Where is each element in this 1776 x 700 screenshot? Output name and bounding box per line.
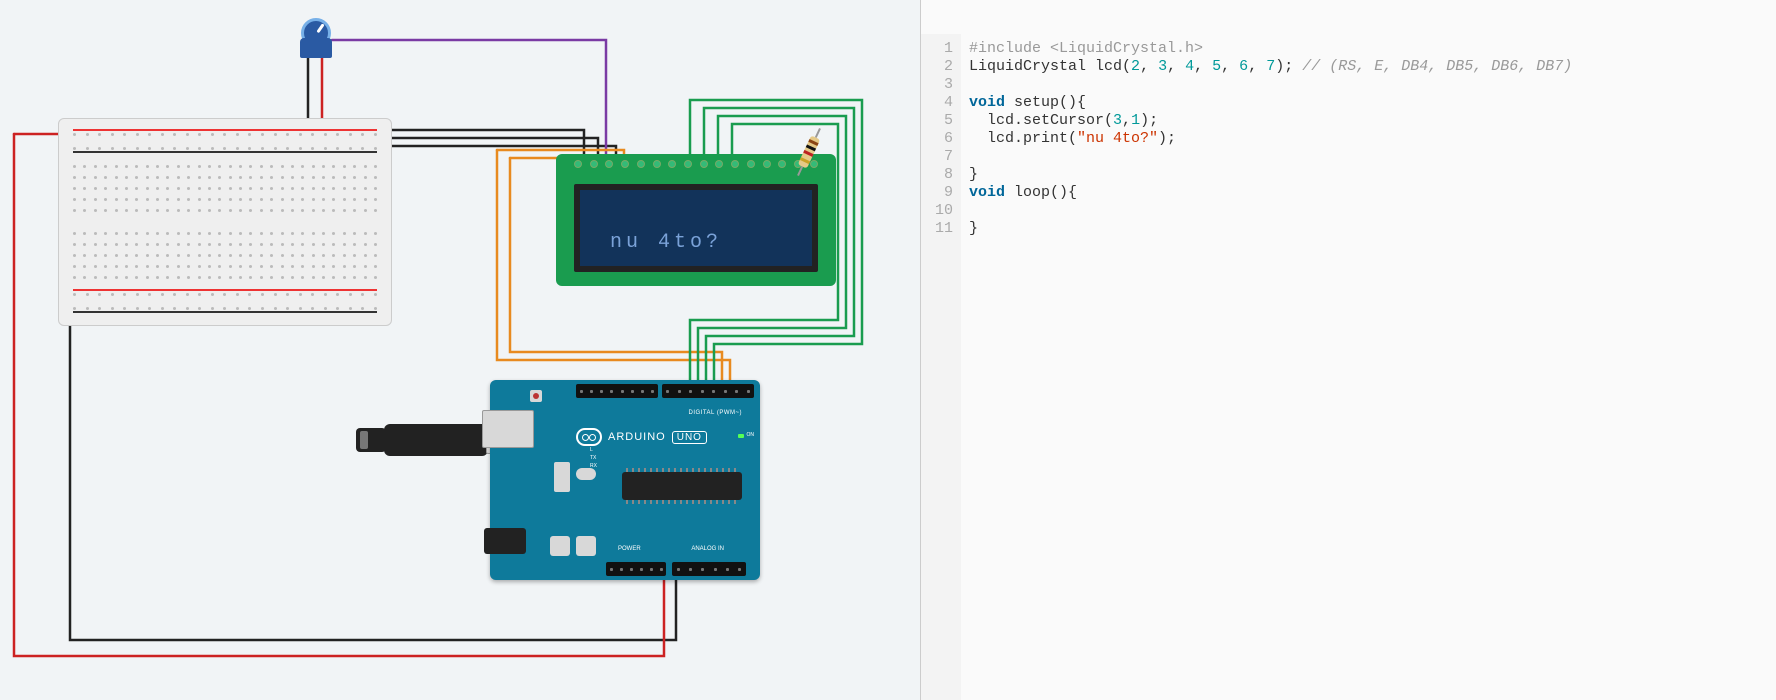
analog-header[interactable] xyxy=(672,562,746,576)
usb-port xyxy=(482,410,534,448)
code-editor[interactable]: 1234567891011 #include <LiquidCrystal.h>… xyxy=(921,34,1776,700)
barrel-jack xyxy=(484,528,526,554)
wires-layer xyxy=(0,0,920,700)
code-pane: 1234567891011 #include <LiquidCrystal.h>… xyxy=(920,0,1776,700)
digital-header-right[interactable] xyxy=(662,384,754,398)
circuit-canvas[interactable]: nu 4to? DIGITAL (PWM~) xyxy=(0,0,920,700)
arduino-brand: ARDUINO UNO xyxy=(576,428,707,446)
tx-rx-l-labels: L TX RX xyxy=(590,446,597,470)
code-body[interactable]: #include <LiquidCrystal.h>LiquidCrystal … xyxy=(961,34,1776,700)
atmega-chip xyxy=(622,472,742,500)
lcd-row-1: nu 4to? xyxy=(610,228,812,256)
lcd-row-0 xyxy=(610,200,812,228)
on-led xyxy=(738,434,744,438)
analog-section-label: ANALOG IN xyxy=(691,546,724,552)
digital-header-left[interactable] xyxy=(576,384,658,398)
lcd-module[interactable]: nu 4to? xyxy=(556,154,836,286)
power-section-label: POWER xyxy=(618,546,641,552)
power-header[interactable] xyxy=(606,562,666,576)
potentiometer[interactable] xyxy=(300,18,332,58)
digital-section-label: DIGITAL (PWM~) xyxy=(689,410,743,416)
arduino-uno[interactable]: DIGITAL (PWM~) POWER ANALOG IN ARDUINO U… xyxy=(490,380,760,580)
line-gutter: 1234567891011 xyxy=(921,34,961,700)
on-label: ON xyxy=(747,432,755,438)
lcd-pin-header xyxy=(574,160,818,176)
breadboard[interactable] xyxy=(58,118,392,326)
reset-button[interactable] xyxy=(530,390,542,402)
lcd-screen: nu 4to? xyxy=(574,184,818,272)
